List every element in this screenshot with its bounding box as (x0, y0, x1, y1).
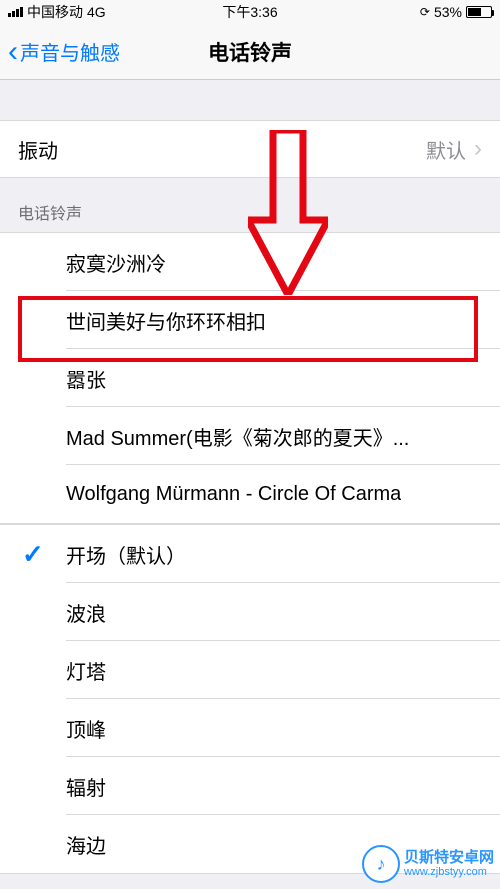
ringtone-row[interactable]: 辐射 (0, 757, 500, 815)
ringtone-label: 寂寞沙洲冷 (66, 248, 166, 277)
system-tones-list: ✓ 开场（默认） 波浪 灯塔 顶峰 辐射 海边 (0, 525, 500, 874)
ringtone-row[interactable]: Wolfgang Mürmann - Circle Of Carma (0, 465, 500, 523)
ringtone-row[interactable]: ✓ 开场（默认） (0, 525, 500, 583)
ringtone-row[interactable]: 灯塔 (0, 641, 500, 699)
ringtone-row[interactable]: 波浪 (0, 583, 500, 641)
ringtone-label: 波浪 (66, 598, 106, 627)
vibration-label: 振动 (18, 135, 58, 164)
status-bar: 中国移动 4G 下午3:36 ⟳ 53% (0, 0, 500, 24)
status-right: ⟳ 53% (420, 4, 492, 20)
status-left: 中国移动 4G (8, 2, 106, 22)
vibration-cell[interactable]: 振动 默认 › (0, 120, 500, 178)
back-button[interactable]: ‹ 声音与触感 (8, 37, 120, 67)
ringtone-label: 顶峰 (66, 714, 106, 743)
nav-bar: ‹ 声音与触感 电话铃声 (0, 24, 500, 80)
watermark-logo-icon: ♪ (362, 845, 400, 883)
ringtone-label: 嚣张 (66, 364, 106, 393)
network-label: 4G (87, 4, 106, 20)
ringtone-row[interactable]: 顶峰 (0, 699, 500, 757)
chevron-right-icon: › (474, 135, 482, 163)
battery-icon (466, 6, 492, 18)
battery-pct: 53% (434, 4, 462, 20)
section-header-ringtones: 电话铃声 (0, 178, 500, 232)
ringtone-row[interactable]: 嚣张 (0, 349, 500, 407)
watermark-url: www.zjbstyy.com (404, 866, 494, 878)
signal-icon (8, 7, 23, 17)
ringtone-label: Mad Summer(电影《菊次郎的夏天》... (66, 422, 409, 451)
ringtone-label: Wolfgang Mürmann - Circle Of Carma (66, 483, 401, 506)
ringtone-label: 开场（默认） (66, 540, 186, 569)
chevron-left-icon: ‹ (8, 37, 18, 67)
carrier-label: 中国移动 (27, 2, 83, 22)
orientation-lock-icon: ⟳ (420, 5, 430, 19)
vibration-value: 默认 (426, 135, 466, 164)
clock: 下午3:36 (222, 2, 277, 22)
ringtone-row[interactable]: 寂寞沙洲冷 (0, 233, 500, 291)
ringtone-label: 辐射 (66, 772, 106, 801)
ringtone-row[interactable]: Mad Summer(电影《菊次郎的夏天》... (0, 407, 500, 465)
back-label: 声音与触感 (20, 37, 120, 66)
ringtone-label: 海边 (66, 830, 106, 859)
custom-tones-list: 寂寞沙洲冷 世间美好与你环环相扣 嚣张 Mad Summer(电影《菊次郎的夏天… (0, 232, 500, 524)
watermark-title: 贝斯特安卓网 (404, 850, 494, 867)
ringtone-label: 灯塔 (66, 656, 106, 685)
ringtone-label: 世间美好与你环环相扣 (66, 306, 266, 335)
checkmark-icon: ✓ (22, 539, 44, 570)
watermark: ♪ 贝斯特安卓网 www.zjbstyy.com (362, 845, 494, 883)
page-title: 电话铃声 (208, 37, 292, 67)
ringtone-row[interactable]: 世间美好与你环环相扣 (0, 291, 500, 349)
